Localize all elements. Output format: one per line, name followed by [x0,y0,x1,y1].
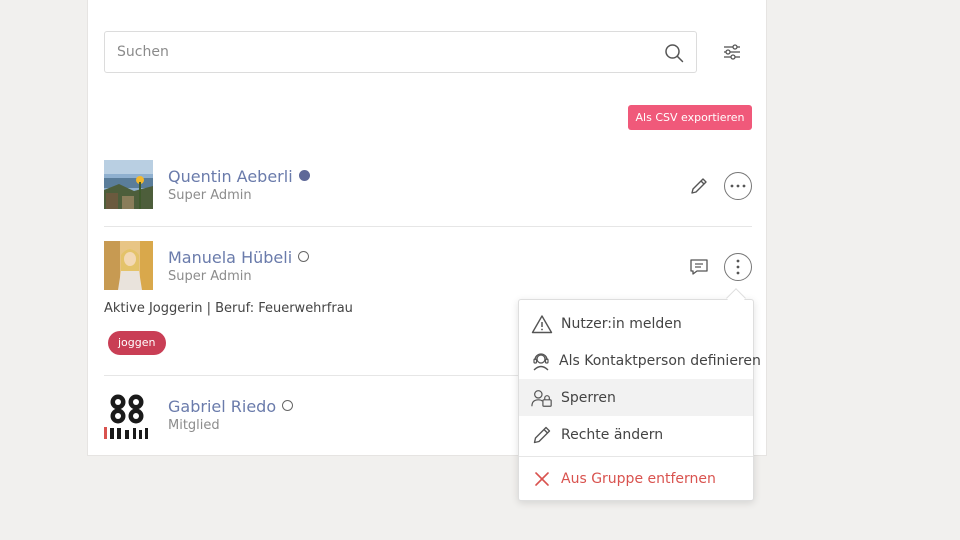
avatar[interactable] [104,390,153,439]
member-bio: Aktive Joggerin | Beruf: Feuerwehrfrau [104,301,353,316]
offline-status-dot [282,400,294,411]
menu-item-report[interactable]: Nutzer:in melden [519,305,753,342]
menu-item-label: Nutzer:in melden [561,315,682,332]
menu-item-label: Aus Gruppe entfernen [561,470,716,487]
search-icon[interactable] [664,43,684,63]
menu-item-label: Sperren [561,389,616,406]
menu-divider [519,456,753,457]
member-name[interactable]: Quentin Aeberli [168,167,310,186]
search-input[interactable] [105,32,696,72]
user-lock-icon [531,387,553,409]
export-csv-button[interactable]: Als CSV exportieren [628,105,752,130]
online-status-dot [298,170,310,181]
member-name[interactable]: Manuela Hübeli [168,248,310,267]
chat-icon[interactable] [685,253,713,281]
menu-item-remove[interactable]: Aus Gruppe entfernen [519,460,753,497]
headset-icon [531,350,551,372]
member-role: Super Admin [168,269,252,284]
warning-icon [531,313,553,335]
close-icon [531,468,553,490]
offline-status-dot [298,251,310,262]
menu-item-block[interactable]: Sperren [519,379,753,416]
member-context-menu: Nutzer:in melden Als Kontaktperson defin… [518,299,761,501]
menu-item-label: Als Kontaktperson definieren [559,352,761,369]
member-tag[interactable]: joggen [108,331,166,355]
search-box [104,31,697,73]
member-role: Super Admin [168,188,252,203]
divider [104,226,752,227]
menu-item-rights[interactable]: Rechte ändern [519,416,753,453]
more-vertical-icon[interactable] [724,253,752,281]
avatar[interactable] [104,160,153,209]
pencil-icon [531,424,553,446]
menu-item-contact[interactable]: Als Kontaktperson definieren [519,342,761,379]
menu-item-label: Rechte ändern [561,426,664,443]
member-role: Mitglied [168,418,220,433]
avatar[interactable] [104,241,153,290]
pencil-icon[interactable] [685,172,713,200]
member-name[interactable]: Gabriel Riedo [168,397,294,416]
filter-sliders-icon[interactable] [722,42,742,62]
more-horizontal-icon[interactable] [724,172,752,200]
